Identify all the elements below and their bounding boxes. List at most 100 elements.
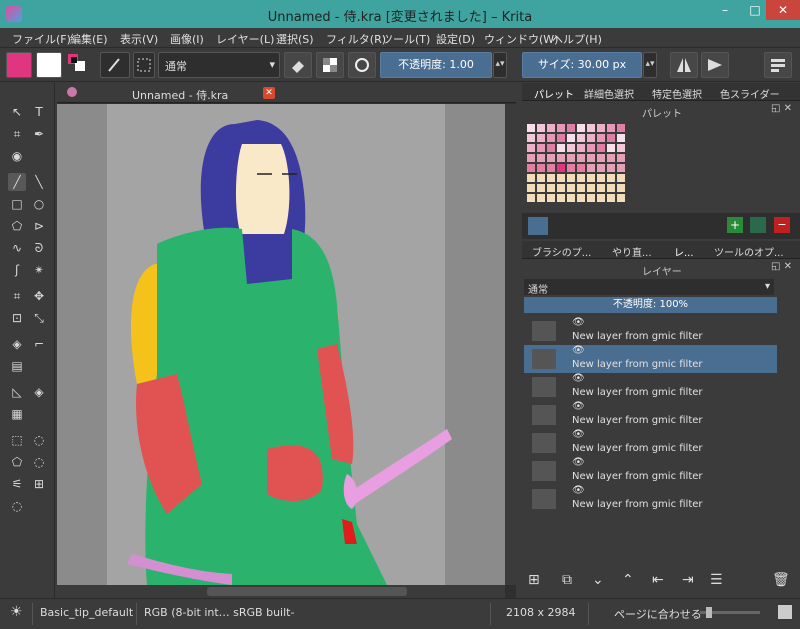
- palette-swatch[interactable]: [596, 123, 606, 133]
- palette-swatch[interactable]: [536, 153, 546, 163]
- palette-swatch[interactable]: [546, 153, 556, 163]
- polygon-select-icon[interactable]: ⬠: [8, 453, 26, 471]
- menu-tools[interactable]: ツール(T): [382, 31, 430, 47]
- float-close-icons[interactable]: ◱ ✕: [771, 103, 792, 114]
- palette-swatch[interactable]: [576, 153, 586, 163]
- calligraphy-icon[interactable]: ✒: [30, 125, 48, 143]
- palette-swatch[interactable]: [556, 193, 566, 203]
- palette-swatch[interactable]: [546, 123, 556, 133]
- palette-swatch[interactable]: [606, 173, 616, 183]
- background-color-button[interactable]: [36, 52, 62, 78]
- close-tab-icon[interactable]: ✕: [263, 87, 275, 99]
- mirror-vertical-icon[interactable]: [701, 52, 729, 78]
- palette-swatch[interactable]: [576, 123, 586, 133]
- layer-row[interactable]: 👁 New layer from gmic filter: [524, 401, 777, 429]
- text-tool-icon[interactable]: T: [30, 103, 48, 121]
- layer-row[interactable]: 👁 New layer from gmic filter: [524, 317, 777, 345]
- eye-icon[interactable]: 👁: [572, 429, 585, 440]
- eye-icon[interactable]: 👁: [572, 485, 585, 496]
- layer-opacity-slider[interactable]: 不透明度: 100%: [524, 297, 777, 313]
- palette-swatch[interactable]: [536, 123, 546, 133]
- measure-tool-icon[interactable]: ◺: [8, 383, 26, 401]
- palette-swatch[interactable]: [566, 153, 576, 163]
- gradient-edit-icon[interactable]: ◉: [8, 147, 26, 165]
- ellipse-select-icon[interactable]: ◌: [30, 431, 48, 449]
- palette-swatch[interactable]: [536, 143, 546, 153]
- swap-colors-icon[interactable]: [66, 52, 90, 78]
- palette-swatch[interactable]: [566, 193, 576, 203]
- close-button[interactable]: ✕: [766, 0, 800, 20]
- polyline-tool-icon[interactable]: ⊳: [30, 217, 48, 235]
- palette-swatch[interactable]: [556, 163, 566, 173]
- palette-swatch[interactable]: [576, 163, 586, 173]
- move-down-icon[interactable]: ⌄: [592, 572, 604, 588]
- layer-row[interactable]: 👁 New layer from gmic filter: [524, 485, 777, 513]
- palette-swatch[interactable]: [546, 183, 556, 193]
- alpha-lock-button[interactable]: [316, 52, 344, 78]
- palette-swatch[interactable]: [556, 143, 566, 153]
- palette-swatch[interactable]: [546, 163, 556, 173]
- palette-swatch[interactable]: [576, 183, 586, 193]
- freehand-select-icon[interactable]: ◌: [30, 453, 48, 471]
- ellipse-tool-icon[interactable]: ○: [30, 195, 48, 213]
- palette-swatch[interactable]: [526, 123, 536, 133]
- palette-swatch[interactable]: [546, 173, 556, 183]
- palette-swatch[interactable]: [596, 163, 606, 173]
- menu-image[interactable]: 画像(I): [170, 31, 204, 47]
- palette-swatch[interactable]: [616, 123, 626, 133]
- palette-swatch[interactable]: [606, 153, 616, 163]
- dynamic-brush-icon[interactable]: ʃ: [8, 261, 26, 279]
- palette-swatch[interactable]: [596, 133, 606, 143]
- palette-menu-icon[interactable]: [528, 217, 548, 235]
- menu-settings[interactable]: 設定(D): [436, 31, 475, 47]
- palette-swatch[interactable]: [526, 183, 536, 193]
- palette-swatch[interactable]: [596, 143, 606, 153]
- menu-filter[interactable]: フィルタ(R): [326, 31, 386, 47]
- palette-swatch[interactable]: [566, 143, 576, 153]
- color-picker-icon[interactable]: ⌐: [30, 335, 48, 353]
- menu-file[interactable]: ファイル(F): [12, 31, 71, 47]
- menu-select[interactable]: 選択(S): [276, 31, 314, 47]
- palette-swatch[interactable]: [586, 133, 596, 143]
- palette-swatch[interactable]: [556, 153, 566, 163]
- menu-view[interactable]: 表示(V): [120, 31, 158, 47]
- palette-swatch[interactable]: [606, 183, 616, 193]
- tab-tool-options[interactable]: ツールのオプ...: [714, 244, 784, 259]
- palette-swatch[interactable]: [586, 123, 596, 133]
- add-entry-icon[interactable]: [750, 217, 766, 233]
- rectangle-tool-icon[interactable]: □: [8, 195, 26, 213]
- eye-icon[interactable]: 👁: [572, 373, 585, 384]
- freehand-path-icon[interactable]: ᘐ: [30, 239, 48, 257]
- palette-swatch[interactable]: [606, 133, 616, 143]
- layer-blend-select[interactable]: 通常 ▾: [524, 279, 774, 296]
- layer-properties-icon[interactable]: ☰: [710, 572, 723, 588]
- line-tool-icon[interactable]: ╲: [30, 173, 48, 191]
- palette-swatch[interactable]: [526, 193, 536, 203]
- tab-layers[interactable]: レ...: [674, 244, 694, 259]
- delete-layer-icon[interactable]: 🗑: [772, 572, 790, 588]
- palette-swatch[interactable]: [606, 123, 616, 133]
- palette-swatch[interactable]: [616, 143, 626, 153]
- palette-swatch[interactable]: [536, 183, 546, 193]
- palette-swatch[interactable]: [606, 143, 616, 153]
- palette-swatch[interactable]: [596, 183, 606, 193]
- palette-swatch[interactable]: [526, 143, 536, 153]
- palette-swatch[interactable]: [546, 133, 556, 143]
- canvas[interactable]: [57, 104, 505, 585]
- eye-icon[interactable]: 👁: [572, 401, 585, 412]
- gradient-tool-icon[interactable]: ▤: [8, 357, 26, 375]
- mirror-horizontal-icon[interactable]: [670, 52, 698, 78]
- palette-swatch[interactable]: [586, 173, 596, 183]
- palette-swatch[interactable]: [576, 193, 586, 203]
- horizontal-scrollbar[interactable]: [57, 585, 505, 598]
- palette-swatch[interactable]: [536, 193, 546, 203]
- palette-swatch[interactable]: [576, 143, 586, 153]
- opacity-slider[interactable]: 不透明度: 1.00: [380, 52, 492, 78]
- crop-tool-icon[interactable]: ⌗: [8, 287, 26, 305]
- tab-palette[interactable]: パレット: [534, 86, 574, 101]
- palette-swatch[interactable]: [526, 153, 536, 163]
- freehand-brush-icon[interactable]: ╱: [8, 173, 26, 191]
- eye-icon[interactable]: 👁: [572, 317, 585, 328]
- layer-row[interactable]: 👁 New layer from gmic filter: [524, 373, 777, 401]
- palette-swatch[interactable]: [566, 123, 576, 133]
